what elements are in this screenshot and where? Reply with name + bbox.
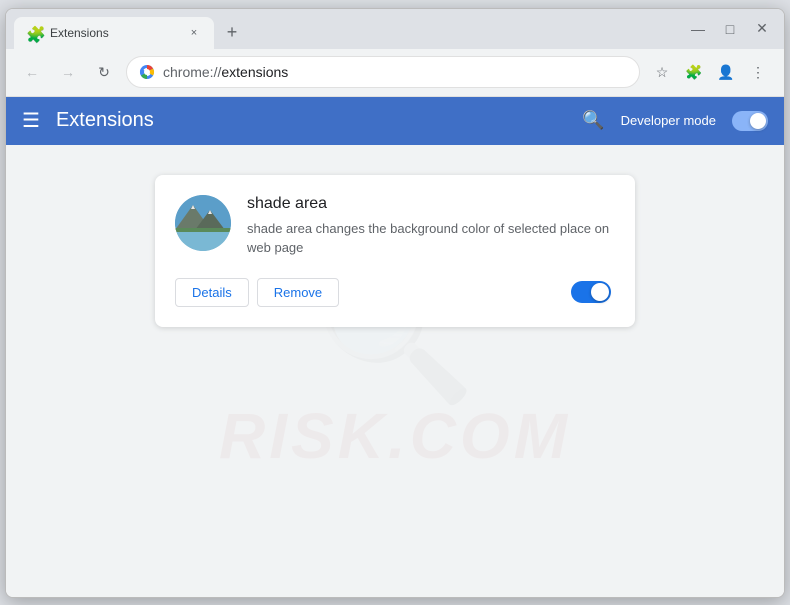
extension-icon-image [175, 195, 231, 251]
address-bar[interactable]: chrome://extensions [126, 56, 640, 88]
close-window-button[interactable]: ✕ [752, 19, 772, 39]
address-text: chrome://extensions [163, 64, 288, 80]
extension-toggle-area [571, 281, 611, 303]
toggle-knob [750, 113, 766, 129]
extensions-button[interactable]: 🧩 [680, 58, 708, 86]
header-search-icon[interactable]: 🔍 [582, 110, 604, 131]
menu-button[interactable]: ⋮ [744, 58, 772, 86]
site-icon [139, 64, 155, 80]
main-content: 🔍 RISK.COM [6, 145, 784, 597]
extension-name: shade area [247, 195, 611, 213]
extension-enabled-toggle[interactable] [571, 281, 611, 303]
extensions-title: Extensions [56, 109, 566, 132]
extension-card: shade area shade area changes the backgr… [155, 175, 635, 327]
extension-icon [175, 195, 231, 251]
tab-close-button[interactable]: × [186, 25, 202, 41]
details-button[interactable]: Details [175, 278, 249, 307]
watermark-text: RISK.COM [219, 399, 571, 473]
address-path: extensions [221, 64, 288, 80]
address-scheme: chrome:// [163, 64, 221, 80]
back-button[interactable]: ← [18, 58, 46, 86]
title-bar: 🧩 Extensions × + — □ ✕ [6, 9, 784, 49]
extension-description: shade area changes the background color … [247, 219, 611, 258]
reload-button[interactable]: ↻ [90, 58, 118, 86]
dev-mode-label: Developer mode [621, 113, 716, 128]
hamburger-icon[interactable]: ☰ [22, 108, 40, 133]
tab-title: Extensions [50, 26, 178, 40]
new-tab-button[interactable]: + [218, 19, 246, 47]
extensions-header: ☰ Extensions 🔍 Developer mode [6, 97, 784, 145]
maximize-button[interactable]: □ [720, 19, 740, 39]
browser-window: 🧩 Extensions × + — □ ✕ ← → ↻ [5, 8, 785, 598]
extension-card-bottom: Details Remove [175, 278, 611, 307]
nav-icons: ☆ 🧩 👤 ⋮ [648, 58, 772, 86]
extension-toggle-knob [591, 283, 609, 301]
developer-mode-toggle[interactable] [732, 111, 768, 131]
remove-button[interactable]: Remove [257, 278, 339, 307]
forward-button[interactable]: → [54, 58, 82, 86]
bookmark-button[interactable]: ☆ [648, 58, 676, 86]
tab-favicon-icon: 🧩 [26, 25, 42, 41]
window-controls: — □ ✕ [688, 19, 772, 39]
extension-info: shade area shade area changes the backgr… [247, 195, 611, 258]
profile-button[interactable]: 👤 [712, 58, 740, 86]
navigation-bar: ← → ↻ chrome://extensions ☆ 🧩 👤 ⋮ [6, 49, 784, 97]
browser-tab[interactable]: 🧩 Extensions × [14, 17, 214, 49]
minimize-button[interactable]: — [688, 19, 708, 39]
extension-card-top: shade area shade area changes the backgr… [175, 195, 611, 258]
